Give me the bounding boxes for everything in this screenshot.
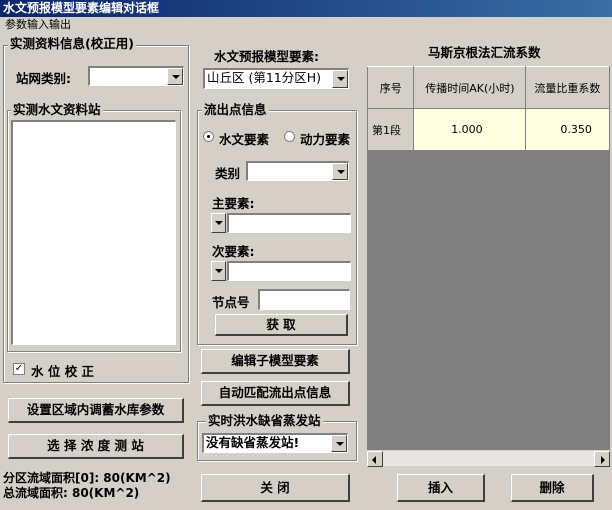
node-field[interactable] — [258, 289, 350, 310]
auto-match-button[interactable]: 自动匹配流出点信息 — [201, 381, 350, 406]
station-type-combo[interactable] — [88, 66, 184, 86]
chevron-down-icon — [215, 269, 223, 273]
muskingum-table: 序号 传播时间AK(小时) 流量比重系数 第1段 1.000 0.350 — [367, 66, 610, 151]
muskingum-title: 马斯京根法汇流系数 — [428, 45, 541, 60]
select-station-button[interactable]: 选 择 浓 度 测 站 — [8, 434, 184, 459]
node-label: 节点号 — [212, 295, 250, 310]
radio-hydro[interactable] — [203, 131, 214, 142]
insert-button[interactable]: 插入 — [397, 474, 485, 502]
model-element-combo[interactable]: 山丘区 (第11分区H) — [203, 68, 349, 89]
evaporation-legend: 实时洪水缺省蒸发站 — [206, 413, 323, 428]
model-element-label: 水文预报模型要素: — [214, 49, 319, 64]
chevron-down-icon[interactable] — [167, 68, 183, 85]
close-button[interactable]: 关 闭 — [201, 474, 350, 502]
fetch-button[interactable]: 获 取 — [215, 314, 348, 336]
column-header[interactable]: 传播时间AK(小时) — [413, 66, 527, 109]
horizontal-scrollbar[interactable] — [367, 450, 610, 467]
water-level-checkbox[interactable]: ✓ — [13, 363, 25, 375]
edit-submodel-button[interactable]: 编辑子模型要素 — [201, 349, 350, 374]
outflow-legend: 流出点信息 — [202, 102, 269, 117]
row-header[interactable]: 第1段 — [367, 108, 415, 151]
chevron-down-icon[interactable] — [331, 435, 347, 452]
window-title: 水文预报模型要素编辑对话框 — [0, 0, 612, 17]
secondary-element-dropdown-button[interactable] — [211, 261, 226, 281]
column-header[interactable]: 流量比重系数 — [525, 66, 610, 109]
table-row[interactable]: 第1段 1.000 0.350 — [367, 108, 610, 151]
main-element-dropdown-button[interactable] — [211, 213, 226, 233]
total-area-text: 总流域面积: 80(KM^2) — [3, 486, 140, 500]
model-element-value: 山丘区 (第11分区H) — [207, 70, 322, 85]
radio-dynamic-label: 动力要素 — [300, 132, 351, 147]
evaporation-combo[interactable]: 没有缺省蒸发站! — [202, 433, 348, 453]
main-element-label: 主要素: — [212, 196, 255, 211]
table-header-row: 序号 传播时间AK(小时) 流量比重系数 — [367, 66, 610, 109]
chevron-down-icon[interactable] — [332, 163, 348, 180]
table-cell-ratio[interactable]: 0.350 — [525, 108, 610, 151]
muskingum-grid[interactable]: 序号 传播时间AK(小时) 流量比重系数 第1段 1.000 0.350 — [367, 66, 610, 466]
measured-info-legend: 实测资料信息(校正用) — [8, 36, 136, 51]
scroll-right-icon[interactable] — [594, 451, 610, 467]
secondary-element-field[interactable] — [227, 261, 351, 281]
delete-button[interactable]: 删除 — [511, 474, 594, 502]
evaporation-value: 没有缺省蒸发站! — [206, 435, 300, 450]
menu-tab-params-io[interactable]: 参数输入输出 — [0, 18, 612, 32]
chevron-down-icon — [215, 221, 223, 225]
table-cell-ak[interactable]: 1.000 — [413, 108, 527, 151]
category-label: 类别 — [215, 166, 241, 181]
radio-hydro-label: 水文要素 — [219, 132, 270, 147]
main-element-field[interactable] — [227, 213, 351, 233]
secondary-element-label: 次要素: — [212, 244, 255, 259]
column-header[interactable]: 序号 — [367, 66, 415, 109]
station-type-label: 站网类别: — [16, 71, 71, 86]
stations-legend: 实测水文资料站 — [11, 102, 103, 117]
stations-list[interactable] — [11, 120, 176, 345]
water-level-label: 水 位 校 正 — [31, 364, 95, 379]
category-combo[interactable] — [246, 161, 349, 181]
radio-dynamic[interactable] — [284, 131, 295, 142]
set-reservoir-button[interactable]: 设置区域内调蓄水库参数 — [8, 398, 184, 423]
scroll-left-icon[interactable] — [367, 451, 383, 467]
chevron-down-icon[interactable] — [332, 70, 348, 88]
